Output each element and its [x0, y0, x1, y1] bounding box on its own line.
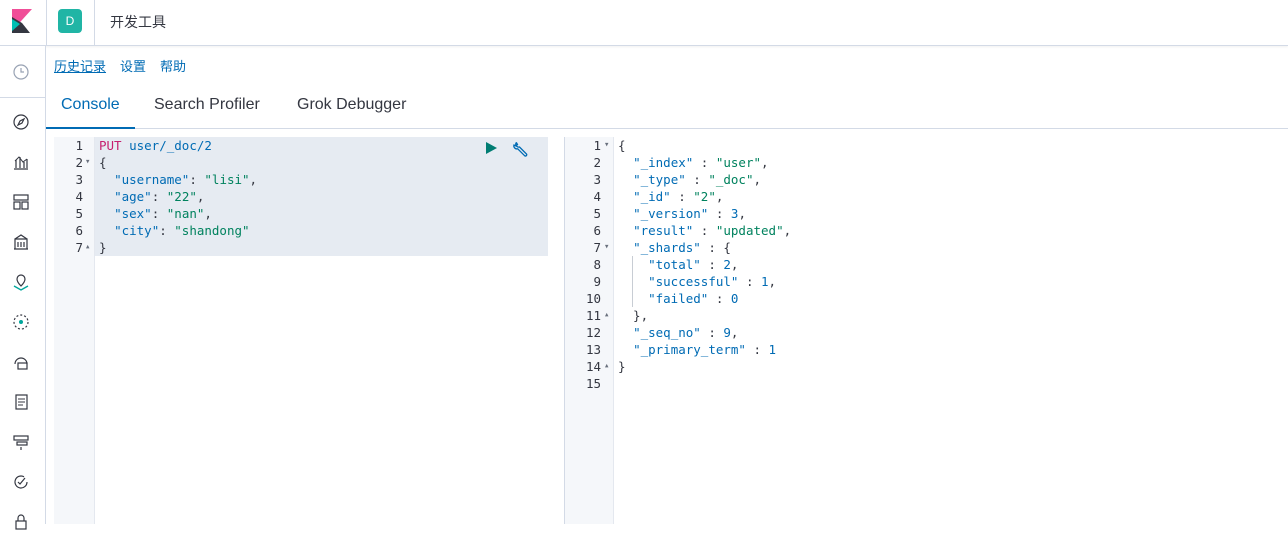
line-number: 2 — [75, 155, 83, 170]
code-line: "_version" : 3, — [633, 206, 746, 221]
infrastructure-icon[interactable] — [11, 352, 31, 372]
line-number: 5 — [75, 206, 83, 221]
line-number: 11 — [585, 308, 601, 323]
tab-console[interactable]: Console — [46, 88, 135, 129]
code-line: "_primary_term" : 1 — [633, 342, 777, 357]
dashboard-icon[interactable] — [11, 192, 31, 212]
apm-icon[interactable] — [11, 432, 31, 452]
fold-toggle[interactable]: ▴ — [604, 307, 609, 324]
wrench-icon[interactable] — [512, 140, 530, 158]
code-line: { — [618, 138, 626, 153]
line-number: 9 — [593, 274, 601, 289]
request-path: user/_doc/2 — [129, 138, 212, 153]
line-number: 6 — [593, 223, 601, 238]
uptime-icon[interactable] — [11, 472, 31, 492]
line-number: 5 — [593, 206, 601, 221]
devtools-tabs: Console Search Profiler Grok Debugger — [46, 88, 1288, 129]
line-number: 3 — [75, 172, 83, 187]
code-line: }, — [618, 308, 649, 323]
line-number: 1 — [593, 138, 601, 153]
request-editor[interactable]: 1 2 ▾ 3 4 5 6 7 ▴ PUT user/_doc/2 { "use… — [54, 137, 548, 524]
code-line: "username": "lisi", — [114, 172, 258, 187]
tab-search-profiler[interactable]: Search Profiler — [139, 88, 275, 129]
console-top-links: 历史记录 设置 帮助 — [54, 56, 200, 75]
history-link[interactable]: 历史记录 — [54, 60, 106, 75]
http-method: PUT — [99, 138, 122, 153]
ml-icon[interactable] — [11, 312, 31, 332]
code-line: "_shards" : { — [633, 240, 731, 255]
fold-toggle[interactable]: ▴ — [604, 358, 609, 375]
line-number: 4 — [75, 189, 83, 204]
help-link[interactable]: 帮助 — [160, 60, 186, 75]
fold-toggle[interactable]: ▾ — [604, 137, 609, 154]
code-line: "result" : "updated", — [633, 223, 792, 238]
code-line: "successful" : 1, — [648, 274, 777, 289]
fold-toggle[interactable]: ▴ — [85, 239, 90, 256]
line-number: 3 — [593, 172, 601, 187]
line-number: 1 — [75, 138, 83, 153]
line-number: 15 — [585, 376, 601, 391]
code-line: "sex": "nan", — [114, 206, 212, 221]
kibana-logo[interactable] — [12, 9, 32, 33]
code-line: "_type" : "_doc", — [633, 172, 762, 187]
fold-toggle[interactable]: ▾ — [604, 239, 609, 256]
canvas-icon[interactable] — [11, 232, 31, 252]
code-line: "_seq_no" : 9, — [633, 325, 739, 340]
line-number: 7 — [593, 240, 601, 255]
clock-icon[interactable] — [11, 62, 31, 82]
code-line: "_id" : "2", — [633, 189, 724, 204]
logs-icon[interactable] — [11, 392, 31, 412]
line-number: 6 — [75, 223, 83, 238]
code-line: "failed" : 0 — [648, 291, 739, 306]
line-number: 7 — [75, 240, 83, 255]
code-line: "city": "shandong" — [114, 223, 250, 238]
space-avatar[interactable]: D — [58, 9, 82, 33]
response-viewer[interactable]: 1 ▾ 2 3 4 5 6 7 ▾ 8 9 10 11 ▴ 12 13 14 ▴… — [564, 137, 1288, 524]
code-brace: { — [99, 155, 107, 170]
top-header: D 开发工具 — [0, 0, 1288, 46]
discover-icon[interactable] — [11, 112, 31, 132]
code-brace: } — [99, 240, 107, 255]
line-number: 13 — [585, 342, 601, 357]
code-line: } — [618, 359, 626, 374]
line-number: 10 — [585, 291, 601, 306]
code-line: "_index" : "user", — [633, 155, 769, 170]
code-line: "total" : 2, — [648, 257, 739, 272]
line-number: 14 — [585, 359, 601, 374]
settings-link[interactable]: 设置 — [120, 60, 146, 75]
line-number: 2 — [593, 155, 601, 170]
play-icon[interactable] — [486, 142, 497, 154]
tab-grok-debugger[interactable]: Grok Debugger — [282, 88, 421, 129]
fold-toggle[interactable]: ▾ — [85, 154, 90, 171]
code-line: "age": "22", — [114, 189, 205, 204]
line-number: 12 — [585, 325, 601, 340]
line-number: 4 — [593, 189, 601, 204]
header-divider — [46, 0, 47, 46]
visualize-icon[interactable] — [11, 152, 31, 172]
header-divider — [94, 0, 95, 46]
line-number: 8 — [593, 257, 601, 272]
breadcrumb-app-title: 开发工具 — [110, 15, 166, 31]
maps-icon[interactable] — [11, 272, 31, 292]
request-line: PUT user/_doc/2 — [99, 137, 212, 154]
nav-divider — [0, 97, 46, 98]
siem-icon[interactable] — [11, 512, 31, 532]
left-nav — [0, 46, 46, 530]
